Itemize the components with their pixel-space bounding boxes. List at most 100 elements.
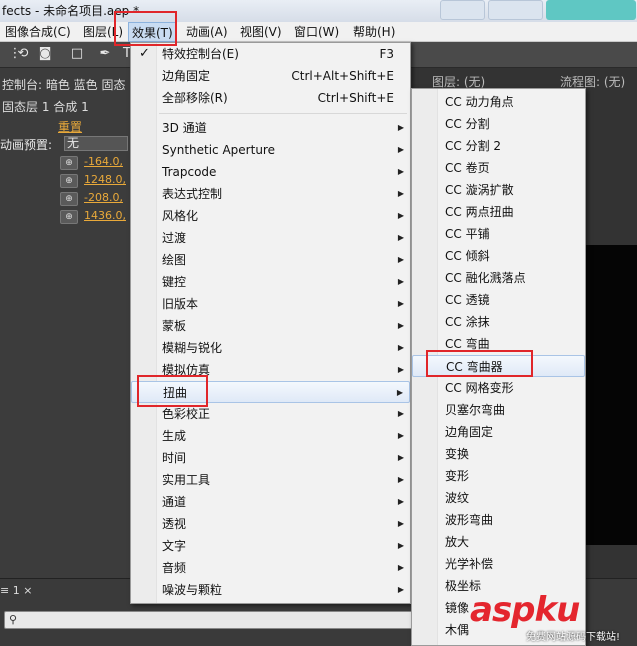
effect-menu-item[interactable]: 通道 ▶	[131, 491, 410, 513]
crosshair-icon[interactable]: ⊕	[60, 192, 78, 206]
effect-menu-item[interactable]: 全部移除(R) Ctrl+Shift+E	[131, 87, 410, 109]
rectangle-tool-icon[interactable]: □	[68, 45, 86, 63]
submenu-arrow-icon: ▶	[397, 497, 404, 506]
menu-layer[interactable]: 图层(L)	[80, 22, 126, 42]
distort-submenu-item[interactable]: CC 倾斜	[412, 245, 585, 267]
effect-menu-item[interactable]: 实用工具 ▶	[131, 469, 410, 491]
effect-menu-item[interactable]: 扭曲 ▶	[131, 381, 410, 403]
distort-submenu-item[interactable]: 波纹	[412, 487, 585, 509]
window-title-bar: fects - 未命名项目.aep *	[0, 0, 637, 22]
distort-submenu-item[interactable]: 镜像	[412, 597, 585, 619]
menu-item-label: 噪波与颗粒	[162, 583, 223, 597]
distort-submenu-item[interactable]: 贝塞尔弯曲	[412, 399, 585, 421]
effect-menu-item[interactable]: 绘图 ▶	[131, 249, 410, 271]
effect-menu-item[interactable]: 过渡 ▶	[131, 227, 410, 249]
distort-submenu-item[interactable]: CC 平铺	[412, 223, 585, 245]
distort-submenu-item[interactable]: CC 涂抹	[412, 311, 585, 333]
menu-item-label: 音频	[162, 561, 187, 575]
menu-item-label: 生成	[162, 429, 187, 443]
menu-item-label: 文字	[162, 539, 187, 553]
effect-menu-item[interactable]: 噪波与颗粒 ▶	[131, 579, 410, 601]
distort-submenu-item[interactable]: 变换	[412, 443, 585, 465]
effect-menu-item[interactable]: 透视 ▶	[131, 513, 410, 535]
distort-submenu-item[interactable]: 木偶	[412, 619, 585, 641]
distort-submenu-item[interactable]: CC 漩涡扩散	[412, 179, 585, 201]
menu-item-label: 特效控制台(E)	[162, 47, 239, 61]
taskbar-tabs	[430, 0, 637, 22]
submenu-arrow-icon: ▶	[397, 299, 404, 308]
distort-submenu-item[interactable]: 波形弯曲	[412, 509, 585, 531]
effect-menu-item[interactable]: 键控 ▶	[131, 271, 410, 293]
distort-submenu-item[interactable]: CC 网格变形	[412, 377, 585, 399]
menu-item-label: 边角固定	[445, 425, 494, 439]
effect-menu-item[interactable]: 旧版本 ▶	[131, 293, 410, 315]
distort-submenu-item[interactable]: CC 动力角点	[412, 91, 585, 113]
crosshair-icon[interactable]: ⊕	[60, 156, 78, 170]
menu-item-label: 波形弯曲	[445, 513, 494, 527]
crosshair-icon[interactable]: ⊕	[60, 210, 78, 224]
menu-item-label: CC 融化溅落点	[445, 271, 526, 285]
distort-submenu-item[interactable]: 变形	[412, 465, 585, 487]
checkmark-icon: ✓	[139, 46, 150, 61]
distort-submenu-item[interactable]: 边角固定	[412, 421, 585, 443]
camera-tool-icon[interactable]: ◙	[36, 45, 54, 63]
effect-menu-item[interactable]: Synthetic Aperture ▶	[131, 139, 410, 161]
menu-item-label: CC 弯曲器	[446, 360, 503, 374]
rotate-tool-icon[interactable]: ⟲	[14, 45, 32, 63]
distort-submenu-item[interactable]: 放大	[412, 531, 585, 553]
submenu-arrow-icon: ▶	[397, 475, 404, 484]
effect-menu-item[interactable]: 生成 ▶	[131, 425, 410, 447]
distort-submenu-item[interactable]: CC 弯曲器	[412, 355, 585, 377]
browser-tab[interactable]	[488, 0, 543, 20]
submenu-arrow-icon: ▶	[397, 343, 404, 352]
menu-view[interactable]: 视图(V)	[237, 22, 285, 42]
distort-submenu-item[interactable]: CC 透镜	[412, 289, 585, 311]
distort-submenu-item[interactable]: CC 分割	[412, 113, 585, 135]
menu-item-label: CC 涂抹	[445, 315, 490, 329]
menu-item-label: 旧版本	[162, 297, 199, 311]
distort-submenu: CC 动力角点 CC 分割 CC 分割 2 CC 卷页 CC 漩涡扩散 CC 两点扭曲 CC…	[411, 88, 586, 646]
distort-submenu-item[interactable]: 极坐标	[412, 575, 585, 597]
effect-menu-item[interactable]: Trapcode ▶	[131, 161, 410, 183]
point-value[interactable]: 1436.0,	[84, 208, 126, 224]
pen-tool-icon[interactable]: ✒	[96, 45, 114, 63]
effect-menu-item[interactable]: 蒙板 ▶	[131, 315, 410, 337]
menu-help[interactable]: 帮助(H)	[350, 22, 398, 42]
timeline-tab[interactable]: ≡ 1 ×	[0, 583, 32, 599]
effect-menu-item[interactable]: 3D 通道 ▶	[131, 117, 410, 139]
crosshair-icon[interactable]: ⊕	[60, 174, 78, 188]
menu-item-label: CC 动力角点	[445, 95, 514, 109]
menu-item-label: 放大	[445, 535, 470, 549]
distort-submenu-item[interactable]: CC 弯曲	[412, 333, 585, 355]
browser-tab[interactable]	[440, 0, 485, 20]
effect-menu-item[interactable]: 风格化 ▶	[131, 205, 410, 227]
menu-composition[interactable]: 图像合成(C)	[2, 22, 74, 42]
point-value[interactable]: -164.0,	[84, 154, 123, 170]
effect-menu-item[interactable]: 文字 ▶	[131, 535, 410, 557]
distort-submenu-item[interactable]: CC 两点扭曲	[412, 201, 585, 223]
distort-submenu-item[interactable]: CC 卷页	[412, 157, 585, 179]
menu-window[interactable]: 窗口(W)	[291, 22, 342, 42]
distort-submenu-item[interactable]: CC 分割 2	[412, 135, 585, 157]
distort-submenu-item[interactable]: 光学补偿	[412, 553, 585, 575]
preset-label: 动画预置:	[0, 138, 53, 152]
preset-select[interactable]: 无	[64, 136, 128, 151]
effect-menu-item[interactable]: 色彩校正 ▶	[131, 403, 410, 425]
effect-menu-item[interactable]: 表达式控制 ▶	[131, 183, 410, 205]
effect-menu-item[interactable]: 模糊与锐化 ▶	[131, 337, 410, 359]
point-value[interactable]: 1248.0,	[84, 172, 126, 188]
distort-submenu-item[interactable]: CC 融化溅落点	[412, 267, 585, 289]
effect-menu-item[interactable]: 模拟仿真 ▶	[131, 359, 410, 381]
menu-item-label: 实用工具	[162, 473, 211, 487]
menu-item-label: CC 卷页	[445, 161, 490, 175]
point-value[interactable]: -208.0,	[84, 190, 123, 206]
browser-tab-active[interactable]	[546, 0, 636, 20]
effect-menu-item[interactable]: 边角固定 Ctrl+Alt+Shift+E	[131, 65, 410, 87]
search-input[interactable]: ⚲	[4, 611, 414, 629]
effect-menu-item[interactable]: 时间 ▶	[131, 447, 410, 469]
effect-menu-item[interactable]: ✓ 特效控制台(E) F3	[131, 43, 410, 65]
effect-menu-item[interactable]: 音频 ▶	[131, 557, 410, 579]
menu-animation[interactable]: 动画(A)	[183, 22, 231, 42]
reset-link[interactable]: 重置	[58, 118, 82, 136]
menu-effect[interactable]: 效果(T)	[128, 22, 177, 42]
